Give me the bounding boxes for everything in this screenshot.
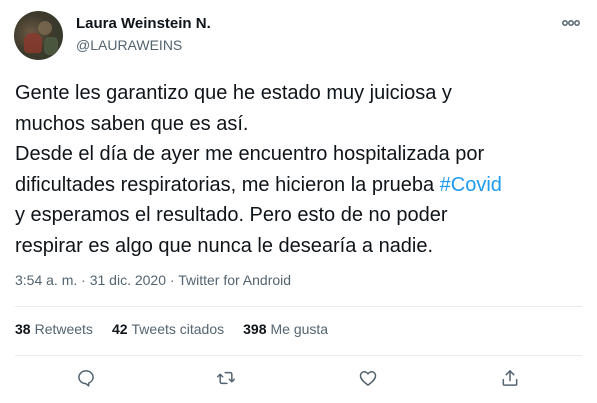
avatar-shape — [44, 37, 58, 55]
tweet-date[interactable]: 31 dic. 2020 — [90, 272, 166, 288]
retweet-button[interactable] — [215, 367, 237, 389]
tweet-source[interactable]: Twitter for Android — [178, 272, 291, 288]
heart-icon — [359, 371, 377, 386]
reply-button[interactable] — [75, 367, 97, 389]
retweets-label: Retweets — [34, 321, 93, 337]
likes-label: Me gusta — [270, 321, 329, 337]
share-button[interactable] — [499, 367, 521, 389]
tweet-stats: 38 Retweets 42 Tweets citados 398 Me gusta — [15, 321, 347, 337]
avatar[interactable] — [14, 11, 63, 60]
tweet-meta: 3:54 a. m. · 31 dic. 2020 · Twitter for … — [15, 272, 291, 288]
likes-stat[interactable]: 398 Me gusta — [243, 321, 328, 337]
more-horizontal-icon — [562, 20, 580, 26]
divider — [15, 306, 582, 307]
avatar-shape — [38, 21, 52, 35]
divider — [15, 355, 582, 356]
tweet-text-part: Gente les garantizo que he estado muy ju… — [15, 82, 485, 196]
likes-count: 398 — [243, 321, 267, 337]
user-handle[interactable]: @LAURAWEINS — [76, 37, 182, 53]
quotes-count: 42 — [111, 321, 128, 337]
reply-icon — [78, 370, 94, 387]
like-button[interactable] — [357, 367, 379, 389]
tweet-text: Gente les garantizo que he estado muy ju… — [15, 78, 575, 261]
quotes-stat[interactable]: 42 Tweets citados — [112, 321, 224, 337]
quotes-label: Tweets citados — [131, 321, 225, 337]
retweets-stat[interactable]: 38 Retweets — [15, 321, 93, 337]
meta-separator: · — [77, 272, 90, 288]
hashtag-link[interactable]: #Covid — [440, 174, 502, 196]
tweet-text-part: y esperamos el resultado. Pero esto de n… — [15, 204, 448, 257]
more-options-button[interactable] — [561, 16, 581, 30]
retweets-count: 38 — [15, 321, 31, 337]
retweet-icon — [216, 371, 236, 385]
display-name[interactable]: Laura Weinstein N. — [76, 15, 211, 32]
avatar-shape — [24, 33, 42, 53]
tweet-time[interactable]: 3:54 a. m. — [15, 272, 77, 288]
tweet-actions — [0, 367, 597, 393]
share-icon — [502, 370, 518, 386]
meta-separator: · — [166, 272, 179, 288]
